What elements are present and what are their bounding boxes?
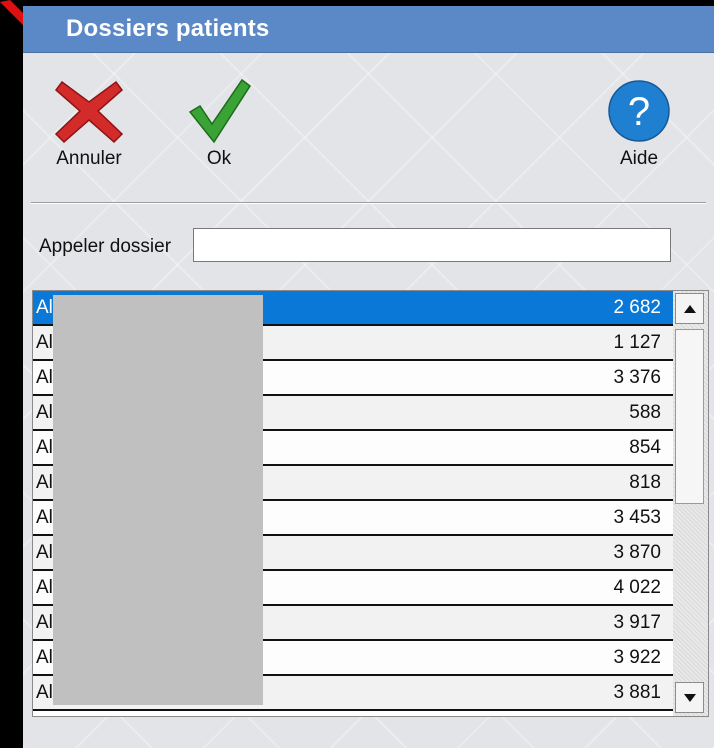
patient-number: 3 870: [613, 542, 661, 563]
patient-number: 1 127: [613, 332, 661, 353]
toolbar-separator: [31, 202, 706, 204]
patient-name: Al: [36, 507, 53, 528]
list-scrollbar[interactable]: [673, 291, 708, 716]
redacted-names: [53, 295, 263, 705]
ok-label: Ok: [206, 148, 232, 169]
patient-number: 2 682: [613, 297, 661, 318]
patient-name: Al: [36, 612, 53, 633]
title-bar: Dossiers patients: [23, 6, 714, 53]
patient-name: Al: [36, 437, 53, 458]
dossiers-patients-window: Dossiers patients Annuler Ok ? Aide Appe…: [23, 6, 714, 748]
patient-number: 4 022: [613, 577, 661, 598]
patient-number: 3 376: [613, 367, 661, 388]
patient-name: Al: [36, 577, 53, 598]
scroll-down-button[interactable]: [675, 682, 704, 713]
patient-name: Al: [36, 647, 53, 668]
call-dossier-label: Appeler dossier: [39, 236, 172, 257]
scroll-up-button[interactable]: [675, 293, 704, 324]
patient-number: 3 922: [613, 647, 661, 668]
help-button[interactable]: ? Aide: [589, 78, 689, 170]
checkmark-icon: [188, 78, 252, 144]
patient-number: 3 881: [613, 682, 661, 703]
question-mark-icon: ?: [608, 80, 670, 142]
patient-number: 3 453: [613, 507, 661, 528]
call-dossier-input[interactable]: [193, 228, 671, 262]
window-title: Dossiers patients: [66, 15, 270, 42]
arrow-down-icon: [683, 693, 696, 702]
patient-number: 3 917: [613, 612, 661, 633]
help-label: Aide: [619, 148, 659, 169]
cancel-button[interactable]: Annuler: [39, 78, 139, 170]
patient-number: 854: [629, 437, 661, 458]
patient-name: Al: [36, 402, 53, 423]
patient-name: Al: [36, 542, 53, 563]
scroll-thumb[interactable]: [675, 329, 704, 504]
patient-name: Al: [36, 297, 53, 318]
arrow-up-icon: [683, 304, 696, 313]
patient-name: Al: [36, 682, 53, 703]
patient-number: 818: [629, 472, 661, 493]
cancel-label: Annuler: [56, 148, 122, 169]
patient-list[interactable]: Al 2 682 Al 1 127 Al 3 376 Al 588 Al 854 Al 818 Al 3 …: [32, 290, 709, 717]
patient-number: 588: [629, 402, 661, 423]
patient-name: Al: [36, 472, 53, 493]
patient-name: Al: [36, 367, 53, 388]
ok-button[interactable]: Ok: [169, 78, 269, 170]
patient-name: Al: [36, 332, 53, 353]
svg-text:?: ?: [628, 90, 650, 134]
x-cross-icon: [54, 80, 124, 144]
